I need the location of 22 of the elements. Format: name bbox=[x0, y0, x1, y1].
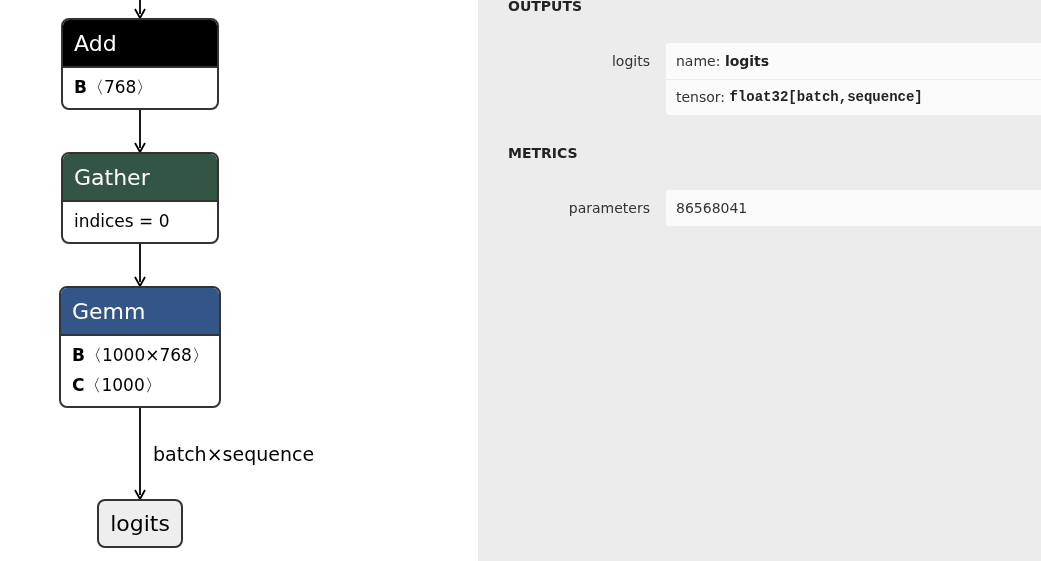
graph-node[interactable]: Add B〈768〉 bbox=[61, 18, 219, 110]
property-label: parameters bbox=[567, 199, 650, 218]
property-line: tensor: float32[batch,sequence] bbox=[666, 79, 1041, 115]
node-title: Gemm bbox=[61, 288, 219, 336]
edge-arrow bbox=[134, 110, 146, 152]
section-title: METRICS bbox=[508, 144, 579, 163]
property-label: logits bbox=[611, 52, 650, 71]
output-node[interactable]: logits bbox=[97, 499, 183, 548]
section-title: OUTPUTS bbox=[508, 0, 584, 16]
property-line: 86568041 bbox=[675, 198, 749, 218]
edge-label: batch×sequence bbox=[153, 442, 315, 467]
graph-node[interactable]: Gemm B〈1000×768〉 C〈1000〉 bbox=[59, 286, 221, 408]
node-attribute: B〈768〉 bbox=[74, 76, 155, 100]
edge-arrow bbox=[134, 244, 146, 286]
node-title: Add bbox=[63, 20, 217, 68]
node-attribute: C〈1000〉 bbox=[72, 374, 163, 398]
graph-node[interactable]: Gather indices = 0 bbox=[61, 152, 219, 244]
property-line: name: logits bbox=[675, 51, 771, 71]
node-attribute: indices = 0 bbox=[74, 210, 171, 234]
node-attribute: B〈1000×768〉 bbox=[72, 344, 208, 368]
node-title: Gather bbox=[63, 154, 217, 202]
edge-arrow bbox=[134, 0, 146, 18]
